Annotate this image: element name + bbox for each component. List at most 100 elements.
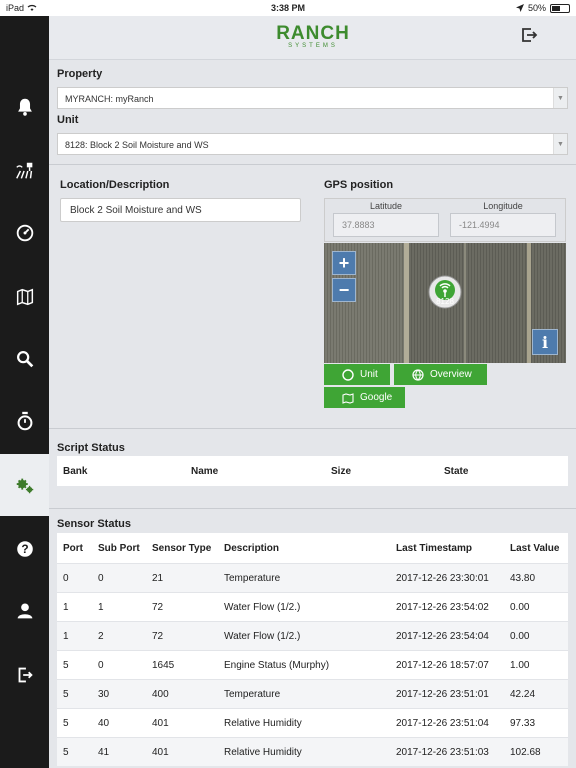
table-cell: 1 xyxy=(98,601,104,613)
unit-label: Unit xyxy=(57,114,79,126)
svg-text:?: ? xyxy=(21,542,28,556)
table-cell: 400 xyxy=(152,688,169,700)
map-icon xyxy=(342,392,354,404)
table-row[interactable]: 5 0 1645 Engine Status (Murphy) 2017-12-26 1… xyxy=(57,650,568,679)
sidebar-item-map[interactable] xyxy=(0,266,49,328)
longitude-field[interactable]: -121.4994 xyxy=(450,213,556,237)
table-cell: Engine Status (Murphy) xyxy=(224,659,330,671)
help-icon: ? xyxy=(16,541,33,557)
table-cell: Temperature xyxy=(224,572,281,584)
table-row[interactable]: 5 40 401 Relative Humidity 2017-12-26 23:51:… xyxy=(57,708,568,737)
table-cell: 2017-12-26 23:54:04 xyxy=(396,630,489,642)
unit-select[interactable]: 8128: Block 2 Soil Moisture and WS ▼ xyxy=(57,133,568,155)
table-row[interactable]: 5 41 401 Relative Humidity 2017-12-26 23:51:… xyxy=(57,737,568,766)
table-cell: 2 xyxy=(98,630,104,642)
status-bar: iPad 3:38 PM 50% xyxy=(0,0,576,16)
sensor-rows: 0 0 21 Temperature 2017-12-26 23:30:01 43.80 1… xyxy=(57,563,568,766)
sidebar-item-timer[interactable] xyxy=(0,390,49,452)
table-cell: 2017-12-26 23:51:01 xyxy=(396,688,489,700)
sidebar-item-sensors[interactable] xyxy=(0,140,49,202)
sensor-status-title: Sensor Status xyxy=(57,518,131,530)
table-cell: 42.24 xyxy=(510,688,536,700)
sidebar-item-dashboard[interactable] xyxy=(0,202,49,264)
table-cell: 21 xyxy=(152,572,164,584)
google-map-button-label: Google xyxy=(360,392,393,403)
table-cell: 5 xyxy=(63,746,69,758)
user-icon xyxy=(17,603,32,619)
table-cell: Water Flow (1/2.) xyxy=(224,601,301,613)
field-sensor-icon xyxy=(15,162,32,179)
table-cell: 5 xyxy=(63,659,69,671)
table-cell: 1 xyxy=(63,630,69,642)
table-cell: 401 xyxy=(152,717,169,729)
sidebar: ? xyxy=(0,16,49,768)
script-status-table: Bank Name Size State xyxy=(57,456,568,486)
table-row[interactable]: 1 1 72 Water Flow (1/2.) 2017-12-26 23:54:02… xyxy=(57,592,568,621)
latitude-field[interactable]: 37.8883 xyxy=(333,213,439,237)
table-row[interactable]: 0 0 21 Temperature 2017-12-26 23:30:01 43.80 xyxy=(57,563,568,592)
overview-map-button[interactable]: Overview xyxy=(394,364,487,385)
table-cell: 1.00 xyxy=(510,659,530,671)
column-header: Name xyxy=(191,465,219,477)
table-cell: 0 xyxy=(98,572,104,584)
sidebar-item-settings[interactable] xyxy=(0,454,49,516)
table-cell: 43.80 xyxy=(510,572,536,584)
table-cell: 2017-12-26 18:57:07 xyxy=(396,659,489,671)
timer-icon xyxy=(17,411,32,431)
target-icon xyxy=(342,368,354,381)
table-cell: 72 xyxy=(152,601,164,613)
battery-icon xyxy=(550,3,570,13)
table-cell: 2017-12-26 23:51:04 xyxy=(396,717,489,729)
table-cell: 2017-12-26 23:51:03 xyxy=(396,746,489,758)
sidebar-item-account[interactable] xyxy=(0,580,49,642)
map-info-button[interactable]: i xyxy=(532,329,558,355)
sidebar-item-search[interactable] xyxy=(0,328,49,390)
table-cell: Relative Humidity xyxy=(224,717,302,729)
table-cell: 0.00 xyxy=(510,630,530,642)
unit-map-button[interactable]: Unit xyxy=(324,364,390,385)
zoom-in-button[interactable]: + xyxy=(332,251,356,275)
table-cell: 72 xyxy=(152,630,164,642)
column-header: State xyxy=(444,465,469,477)
property-select[interactable]: MYRANCH: myRanch ▼ xyxy=(57,87,568,109)
bell-icon xyxy=(17,98,32,116)
location-label: Location/Description xyxy=(60,179,170,191)
column-header: Last Timestamp xyxy=(396,542,472,554)
table-cell: Temperature xyxy=(224,688,281,700)
zoom-out-button[interactable]: − xyxy=(332,278,356,302)
table-cell: Relative Humidity xyxy=(224,746,302,758)
table-cell: 102.68 xyxy=(510,746,541,758)
table-cell: 40 xyxy=(98,717,110,729)
column-header: Last Value xyxy=(510,542,560,554)
exit-icon[interactable] xyxy=(520,26,538,44)
longitude-label: Longitude xyxy=(483,201,523,211)
column-header: Size xyxy=(331,465,352,477)
location-description-input[interactable]: Block 2 Soil Moisture and WS xyxy=(60,198,301,222)
table-cell: 401 xyxy=(152,746,169,758)
property-label: Property xyxy=(57,68,103,80)
sidebar-item-alerts[interactable] xyxy=(0,76,49,138)
search-icon xyxy=(16,351,33,368)
table-cell: 1645 xyxy=(152,659,175,671)
table-cell: 0 xyxy=(98,659,104,671)
unit-settings-page: Property MYRANCH: myRanch ▼ Unit 8128: B… xyxy=(49,60,576,768)
table-cell: 30 xyxy=(98,688,110,700)
table-cell: 41 xyxy=(98,746,110,758)
sidebar-item-help[interactable]: ? xyxy=(0,518,49,580)
table-cell: Water Flow (1/2.) xyxy=(224,630,301,642)
table-cell: 1 xyxy=(63,601,69,613)
latitude-label: Latitude xyxy=(369,201,403,211)
column-header: Bank xyxy=(63,465,88,477)
table-row[interactable]: 1 2 72 Water Flow (1/2.) 2017-12-26 23:54:04… xyxy=(57,621,568,650)
column-header: Description xyxy=(224,542,280,554)
table-cell: 0 xyxy=(63,572,69,584)
sensor-status-table: Port Sub Port Sensor Type Description La… xyxy=(57,533,568,766)
gps-coordinates: Latitude 37.8883 Longitude -121.4994 xyxy=(324,198,566,242)
satellite-map[interactable]: + − 8128 i xyxy=(324,243,566,363)
unit-map-button-label: Unit xyxy=(360,369,378,380)
google-map-button[interactable]: Google xyxy=(324,387,405,408)
divider xyxy=(49,428,576,429)
table-row[interactable]: 5 30 400 Temperature 2017-12-26 23:51:01 42.2… xyxy=(57,679,568,708)
divider xyxy=(49,164,576,165)
sidebar-item-logout[interactable] xyxy=(0,644,49,706)
